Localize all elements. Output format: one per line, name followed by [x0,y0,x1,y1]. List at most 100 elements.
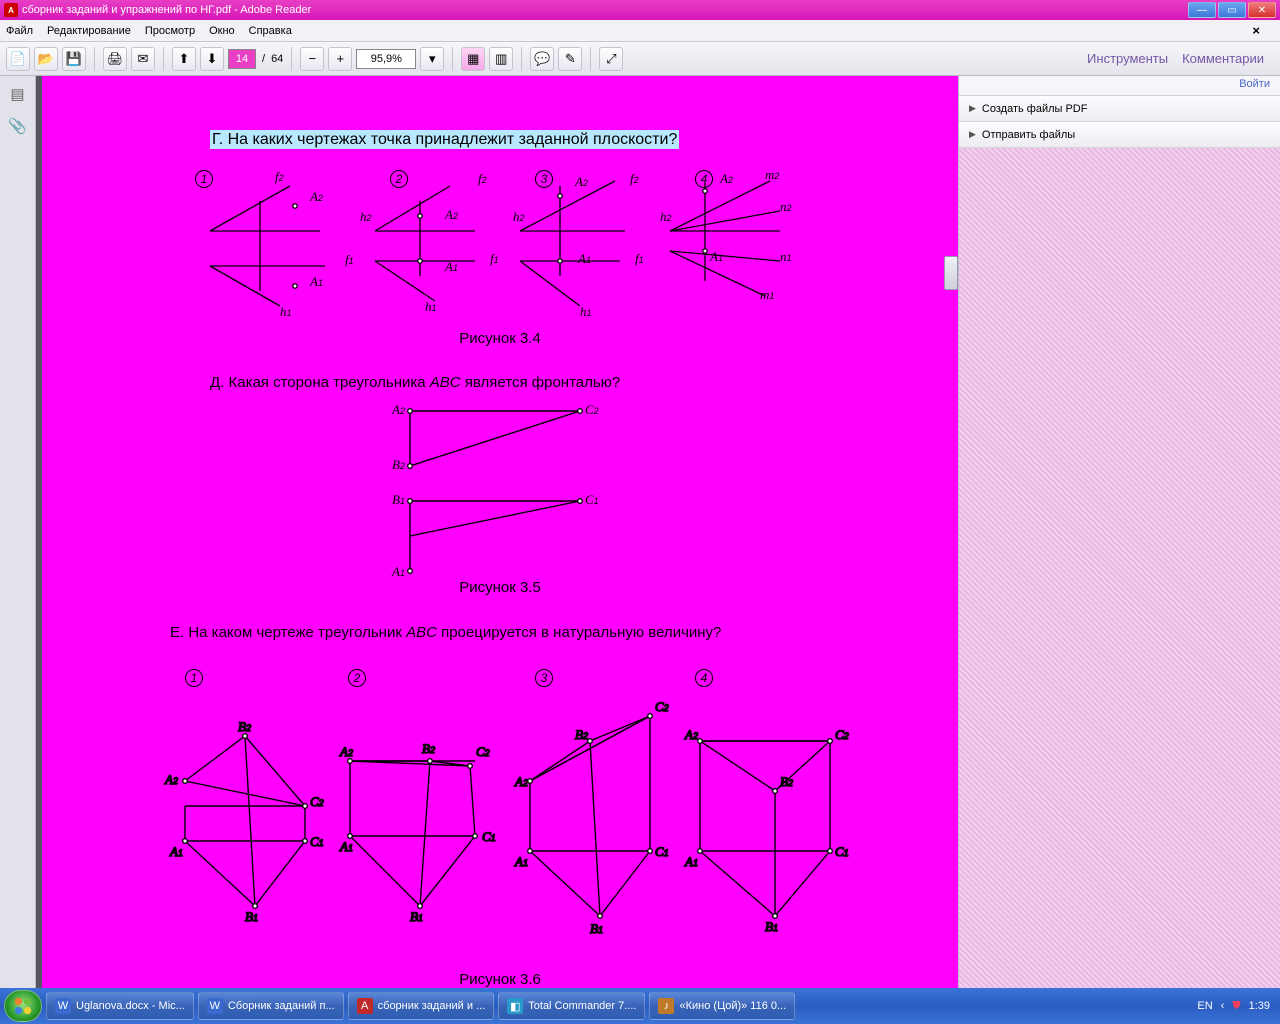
svg-text:f2: f2 [630,171,639,186]
svg-text:f1: f1 [490,251,499,266]
page-sep: / [260,53,267,65]
menu-file[interactable]: Файл [6,25,33,37]
comment-icon[interactable]: 💬 [530,47,554,71]
option-e3: 3 [535,669,553,687]
task-item-4[interactable]: ◧Total Commander 7.... [498,992,645,1020]
svg-text:h1: h1 [280,304,292,319]
caption-3-6: Рисунок 3.6 [80,971,920,988]
figure-3-4: f2h2 A2A1 f1h1 f2h2 A2A1 f1h1 A2f2 h2A1 … [180,171,820,321]
svg-text:A1: A1 [339,839,353,854]
menu-view[interactable]: Просмотр [145,25,195,37]
read-mode-icon[interactable]: ⤢ [599,47,623,71]
side-toolbar: ▤ 📎 [0,76,36,988]
task-item-2[interactable]: WСборник заданий п... [198,992,344,1020]
question-g: Г. На каких чертежах точка принадлежит з… [210,130,679,149]
highlight-icon[interactable]: ✎ [558,47,582,71]
svg-text:f1: f1 [635,251,644,266]
svg-text:A2: A2 [444,207,458,222]
tools-link[interactable]: Инструменты [1087,51,1168,66]
page-up-icon[interactable]: ⬆ [172,47,196,71]
zoom-in-icon[interactable]: + [328,47,352,71]
svg-text:C2: C2 [585,402,599,417]
page-number-input[interactable]: 14 [228,49,256,69]
svg-text:C1: C1 [655,844,669,859]
svg-text:C1: C1 [310,834,324,849]
task-item-5[interactable]: ♪«Кино (Цой)» 116 0... [649,992,795,1020]
svg-text:C2: C2 [835,727,849,742]
svg-text:A1: A1 [684,854,698,869]
question-d-b: является фронталью? [461,374,621,391]
comments-link[interactable]: Комментарии [1182,51,1264,66]
figure-3-6: A2B2C2 A1C1B1 A2B2C2 A1C1B1 [150,691,850,951]
maximize-button[interactable]: ▭ [1218,2,1246,18]
zoom-input[interactable]: 95,9% [356,49,416,69]
svg-text:A1: A1 [709,249,723,264]
panel-create-pdf[interactable]: ▶Создать файлы PDF [959,96,1280,122]
svg-text:A1: A1 [577,251,591,266]
menu-edit[interactable]: Редактирование [47,25,131,37]
tray-security-icon[interactable]: ⛊ [1232,1000,1240,1013]
taskbar: WUglanova.docx - Mic... WСборник заданий… [0,988,1280,1024]
svg-text:B1: B1 [765,919,778,934]
question-d-a: Д. Какая сторона треугольника [210,374,430,391]
svg-text:A2: A2 [391,402,405,417]
email-icon[interactable]: ✉ [131,47,155,71]
menu-help[interactable]: Справка [249,25,292,37]
chevron-right-icon: ▶ [969,129,976,140]
start-button[interactable] [4,990,42,1022]
language-indicator[interactable]: EN [1197,1000,1212,1012]
minimize-button[interactable]: — [1188,2,1216,18]
page-down-icon[interactable]: ⬇ [200,47,224,71]
open-icon[interactable]: 📂 [34,47,58,71]
svg-text:A2: A2 [574,174,588,189]
svg-text:B1: B1 [590,921,603,936]
svg-text:f1: f1 [345,252,354,267]
svg-text:B1: B1 [392,492,405,507]
menu-bar: Файл Редактирование Просмотр Окно Справк… [0,20,1280,42]
save-icon[interactable]: 💾 [62,47,86,71]
clock[interactable]: 1:39 [1249,1000,1270,1012]
question-d-abc: ABC [430,374,461,391]
task-item-3[interactable]: Aсборник заданий и ... [348,992,495,1020]
svg-text:C1: C1 [482,829,496,844]
svg-text:A1: A1 [514,854,528,869]
svg-text:B2: B2 [575,727,588,742]
svg-text:h1: h1 [580,304,592,319]
svg-text:A2: A2 [309,189,323,204]
scrollbar-thumb[interactable] [944,256,958,290]
svg-text:n2: n2 [780,199,792,214]
tray-chevron-icon[interactable]: ‹ [1221,1000,1225,1012]
svg-text:A2: A2 [719,171,733,186]
document-viewport[interactable]: Г. На каких чертежах точка принадлежит з… [36,76,958,988]
page-total: 64 [271,53,283,65]
option-e2: 2 [348,669,366,687]
zoom-dropdown-icon[interactable]: ▾ [420,47,444,71]
caption-3-4: Рисунок 3.4 [80,330,920,347]
login-link[interactable]: Войти [959,76,1280,96]
question-e-b: проецируется в натуральную величину? [437,624,721,641]
svg-text:B2: B2 [238,719,251,734]
fit-page-icon[interactable]: ▦ [461,47,485,71]
svg-text:C1: C1 [585,492,599,507]
svg-text:A2: A2 [514,774,528,789]
attachments-icon[interactable]: 📎 [8,116,28,136]
question-e-a: Е. На каком чертеже треугольник [170,624,406,641]
menu-window[interactable]: Окно [209,25,235,37]
doc-close-button[interactable]: × [1252,23,1260,38]
panel-send-files[interactable]: ▶Отправить файлы [959,122,1280,148]
print-icon[interactable]: 🖨 [103,47,127,71]
zoom-out-icon[interactable]: − [300,47,324,71]
close-button[interactable]: ✕ [1248,2,1276,18]
svg-text:A1: A1 [391,564,405,579]
svg-text:C1: C1 [835,844,849,859]
svg-text:n1: n1 [780,249,792,264]
svg-text:h2: h2 [660,209,672,224]
task-item-1[interactable]: WUglanova.docx - Mic... [46,992,194,1020]
option-e1: 1 [185,669,203,687]
pdf-icon: A [4,3,18,17]
fit-width-icon[interactable]: ▥ [489,47,513,71]
figure-3-5: A2C2B2 B1C1A1 [380,396,640,591]
svg-text:A2: A2 [684,727,698,742]
export-pdf-icon[interactable]: 📄 [6,47,30,71]
thumbnails-icon[interactable]: ▤ [8,84,28,104]
